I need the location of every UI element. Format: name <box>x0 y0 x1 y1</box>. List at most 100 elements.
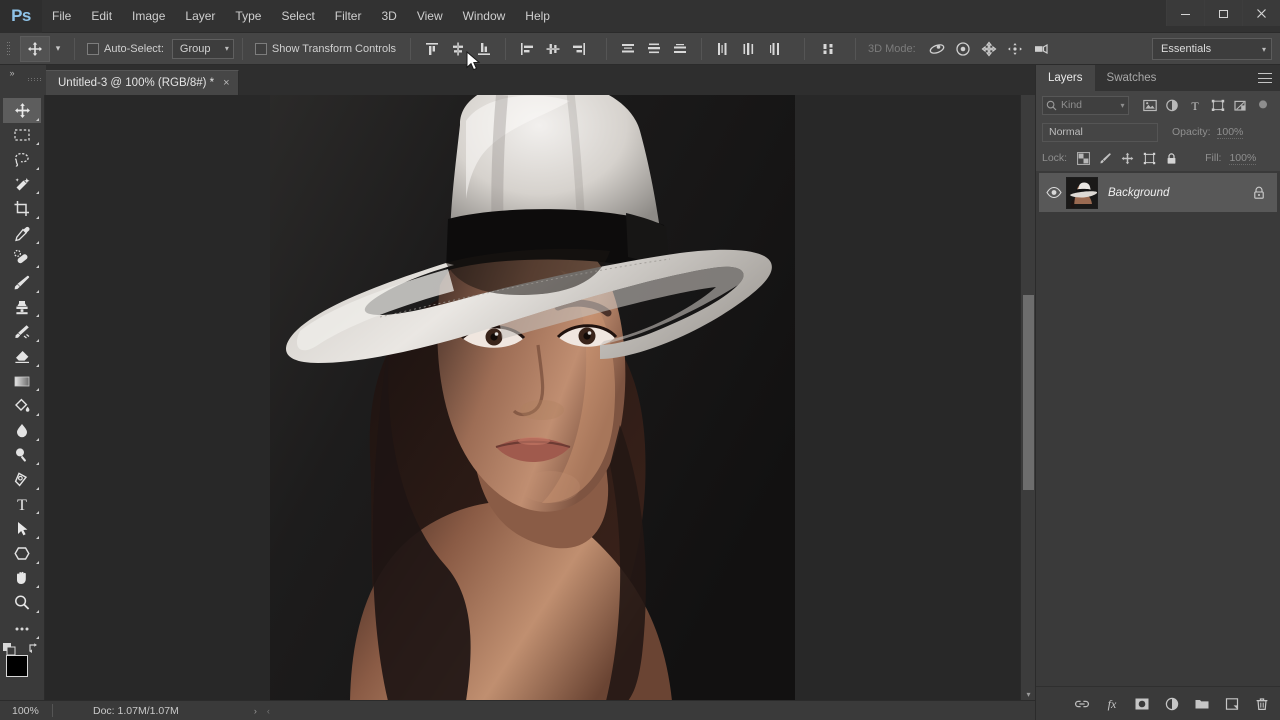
filter-shape-layers-button[interactable] <box>1206 94 1229 116</box>
menu-image[interactable]: Image <box>122 0 175 33</box>
adjustment-layer-button[interactable] <box>1159 691 1185 717</box>
filter-pixel-layers-button[interactable] <box>1139 94 1162 116</box>
options-bar-grip[interactable] <box>0 33 18 65</box>
distribute-left-edges-button[interactable] <box>710 37 736 61</box>
menu-edit[interactable]: Edit <box>81 0 122 33</box>
menu-3d[interactable]: 3D <box>371 0 406 33</box>
lock-artboard-nesting-button[interactable] <box>1139 148 1159 168</box>
layer-mask-button[interactable] <box>1129 691 1155 717</box>
filter-adjustment-layers-button[interactable] <box>1161 94 1184 116</box>
align-bottom-edges-button[interactable] <box>471 37 497 61</box>
drag-3d-object-button[interactable] <box>976 37 1002 61</box>
tool-horizontal-type[interactable]: T <box>3 492 41 517</box>
tool-move[interactable] <box>3 98 41 123</box>
tool-eraser[interactable] <box>3 344 41 369</box>
status-collapse-icon[interactable]: ‹ <box>267 706 270 716</box>
menu-filter[interactable]: Filter <box>325 0 372 33</box>
tool-gradient[interactable] <box>3 369 41 394</box>
document-tab[interactable]: Untitled-3 @ 100% (RGB/8#) * × <box>46 70 239 95</box>
left-panel-collapse-button[interactable]: » <box>0 65 24 95</box>
menu-type[interactable]: Type <box>225 0 271 33</box>
zoom-level[interactable]: 100% <box>0 705 52 717</box>
minimize-button[interactable] <box>1166 0 1204 26</box>
tool-hand[interactable] <box>3 566 41 591</box>
tool-zoom[interactable] <box>3 590 41 615</box>
current-tool-preset-button[interactable] <box>20 35 50 62</box>
tool-history-brush[interactable] <box>3 319 41 344</box>
tool-dodge[interactable] <box>3 418 41 443</box>
layer-style-button[interactable]: fx <box>1099 691 1125 717</box>
new-group-button[interactable] <box>1189 691 1215 717</box>
tool-preset-chevron-icon[interactable]: ▾ <box>50 36 66 62</box>
layer-list[interactable]: Background <box>1036 171 1280 686</box>
filter-enable-toggle[interactable] <box>1251 94 1274 116</box>
layer-row-background[interactable]: Background <box>1039 173 1277 212</box>
filter-smart-object-layers-button[interactable] <box>1229 94 1252 116</box>
layer-thumbnail[interactable] <box>1066 176 1098 209</box>
distribute-bottom-edges-button[interactable] <box>667 37 693 61</box>
close-button[interactable] <box>1242 0 1280 26</box>
distribute-horizontal-centers-button[interactable] <box>736 37 762 61</box>
link-layers-button[interactable] <box>1069 691 1095 717</box>
align-right-edges-button[interactable] <box>566 37 592 61</box>
tool-edit-toolbar[interactable] <box>3 617 41 642</box>
lock-all-button[interactable] <box>1161 148 1181 168</box>
status-expand-icon[interactable]: › <box>254 706 257 716</box>
menu-layer[interactable]: Layer <box>175 0 225 33</box>
layer-visibility-toggle[interactable] <box>1042 187 1066 198</box>
tool-eyedropper[interactable] <box>3 221 41 246</box>
panel-menu-button[interactable] <box>1258 71 1272 85</box>
tool-clone-stamp[interactable] <box>3 295 41 320</box>
tool-spot-healing-brush[interactable] <box>3 246 41 271</box>
toolbar-grip[interactable] <box>24 65 46 95</box>
canvas-viewport[interactable] <box>45 95 1020 701</box>
menu-view[interactable]: View <box>407 0 453 33</box>
distribute-vertical-centers-button[interactable] <box>641 37 667 61</box>
tool-rectangular-marquee[interactable] <box>3 123 41 148</box>
align-distribute-options-button[interactable] <box>815 37 841 61</box>
menu-window[interactable]: Window <box>453 0 516 33</box>
tool-brush[interactable] <box>3 270 41 295</box>
rotate-3d-object-button[interactable] <box>924 37 950 61</box>
lock-position-button[interactable] <box>1117 148 1137 168</box>
maximize-button[interactable] <box>1204 0 1242 26</box>
menu-select[interactable]: Select <box>271 0 324 33</box>
auto-select-checkbox[interactable] <box>87 42 99 55</box>
align-top-edges-button[interactable] <box>419 37 445 61</box>
scale-3d-object-button[interactable] <box>1028 37 1054 61</box>
filter-type-layers-button[interactable]: T <box>1184 94 1207 116</box>
lock-image-pixels-button[interactable] <box>1095 148 1115 168</box>
show-transform-controls-group[interactable]: Show Transform Controls <box>254 42 396 55</box>
layer-name[interactable]: Background <box>1108 187 1253 199</box>
tab-layers[interactable]: Layers <box>1036 65 1095 91</box>
layer-filter-kind-dropdown[interactable]: Kind ▾ <box>1042 95 1129 115</box>
tab-swatches[interactable]: Swatches <box>1095 65 1169 91</box>
menu-file[interactable]: File <box>42 0 81 33</box>
tool-quick-selection[interactable] <box>3 172 41 197</box>
delete-layer-button[interactable] <box>1249 691 1275 717</box>
canvas-image[interactable] <box>270 95 795 701</box>
default-colors-icon[interactable] <box>3 643 16 656</box>
workspace-dropdown[interactable]: Essentials ▾ <box>1152 38 1272 60</box>
slide-3d-object-button[interactable] <box>1002 37 1028 61</box>
distribute-right-edges-button[interactable] <box>762 37 788 61</box>
lock-transparent-pixels-button[interactable] <box>1073 148 1093 168</box>
align-left-edges-button[interactable] <box>514 37 540 61</box>
menu-help[interactable]: Help <box>515 0 560 33</box>
foreground-color-swatch[interactable] <box>6 655 28 678</box>
auto-select-checkbox-group[interactable]: Auto-Select: <box>87 42 164 55</box>
auto-select-scope-dropdown[interactable]: Group ▾ <box>171 38 234 59</box>
distribute-top-edges-button[interactable] <box>615 37 641 61</box>
tool-crop[interactable] <box>3 196 41 221</box>
tool-blur[interactable] <box>3 393 41 418</box>
close-icon[interactable]: × <box>223 77 229 89</box>
vertical-scrollbar-thumb[interactable] <box>1023 295 1034 490</box>
blend-mode-dropdown[interactable]: Normal <box>1042 122 1158 142</box>
roll-3d-object-button[interactable] <box>950 37 976 61</box>
chevron-down-icon[interactable]: ▾ <box>1021 690 1036 699</box>
tool-path-selection[interactable] <box>3 516 41 541</box>
align-vertical-centers-button[interactable] <box>445 37 471 61</box>
tool-lasso[interactable] <box>3 147 41 172</box>
tool-rectangle-shape[interactable] <box>3 541 41 566</box>
vertical-scrollbar[interactable]: ▾ <box>1020 95 1035 701</box>
